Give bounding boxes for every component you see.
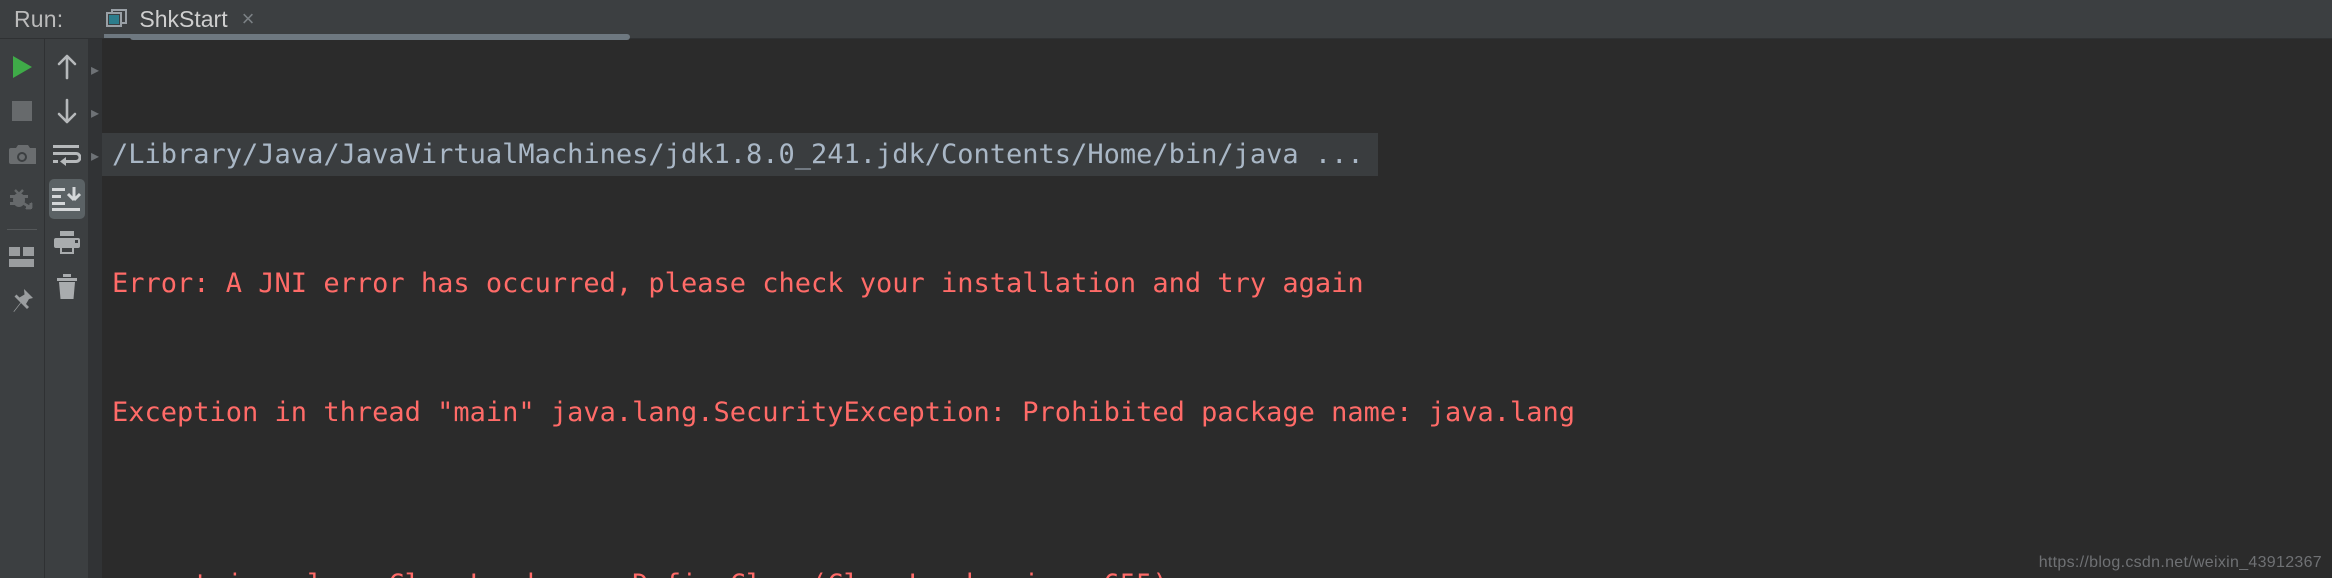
camera-icon (8, 144, 36, 166)
run-configuration-icon (106, 9, 128, 29)
console-output-panel[interactable]: ▸ ▸ ▸ /Library/Java/JavaVirtualMachines/… (88, 39, 2332, 578)
close-icon[interactable]: × (242, 8, 255, 30)
scroll-to-end-button[interactable] (48, 179, 85, 219)
horizontal-scrollbar-thumb[interactable] (130, 34, 630, 40)
tab-title: ShkStart (139, 5, 228, 32)
console-line-error: Error: A JNI error has occurred, please … (112, 268, 1364, 299)
watermark-text: https://blog.csdn.net/weixin_43912367 (2038, 554, 2322, 571)
pin-icon (10, 288, 34, 314)
gutter-mark[interactable]: ▸ (88, 92, 102, 135)
toolbar-separator (7, 229, 37, 230)
console-line-command: /Library/Java/JavaVirtualMachines/jdk1.8… (102, 133, 1378, 176)
screenshot-button[interactable] (4, 135, 40, 175)
run-tool-window-body: ▸ ▸ ▸ /Library/Java/JavaVirtualMachines/… (0, 38, 2332, 578)
soft-wrap-button[interactable] (49, 135, 85, 175)
play-icon (10, 54, 34, 80)
stop-square-icon (11, 100, 33, 122)
debug-button[interactable] (4, 179, 40, 219)
pin-button[interactable] (4, 281, 40, 321)
print-button[interactable] (49, 223, 85, 263)
console-line-error: Exception in thread "main" java.lang.Sec… (112, 397, 1575, 428)
trash-icon (55, 274, 79, 300)
run-actions-toolbar (0, 39, 44, 578)
stack-frame-suffix: ) (1152, 569, 1168, 578)
console-actions-toolbar (44, 39, 88, 578)
gutter-mark[interactable]: ▸ (88, 135, 102, 178)
gutter-mark[interactable]: ▸ (88, 49, 102, 92)
stop-button[interactable] (4, 91, 40, 131)
clear-all-button[interactable] (49, 267, 85, 307)
bug-icon (8, 186, 36, 212)
run-tool-window-header: Run: ShkStart × (0, 0, 2332, 38)
layout-grid-icon (9, 246, 35, 268)
stack-frame-link[interactable]: ClassLoader.java:655 (827, 569, 1152, 578)
run-tool-window: Run: ShkStart × ▸ ▸ ▸ /Library/Java/Java… (0, 0, 2332, 578)
layout-button[interactable] (4, 237, 40, 277)
console-gutter: ▸ ▸ ▸ (88, 39, 102, 578)
arrow-up-icon (55, 54, 79, 80)
rerun-button[interactable] (4, 47, 40, 87)
down-button[interactable] (49, 91, 85, 131)
console-text[interactable]: /Library/Java/JavaVirtualMachines/jdk1.8… (102, 39, 2332, 578)
run-label: Run: (14, 5, 64, 32)
printer-icon (53, 231, 81, 255)
up-button[interactable] (49, 47, 85, 87)
scroll-to-end-icon (51, 187, 82, 211)
console-line-stack-frame: at java.lang.ClassLoader.preDefineClass(… (102, 563, 2332, 578)
soft-wrap-icon (52, 144, 81, 166)
arrow-down-icon (55, 98, 79, 124)
tab-shkstart[interactable]: ShkStart × (96, 0, 266, 38)
stack-frame-text: at java.lang.ClassLoader.preDefineClass( (112, 569, 827, 578)
